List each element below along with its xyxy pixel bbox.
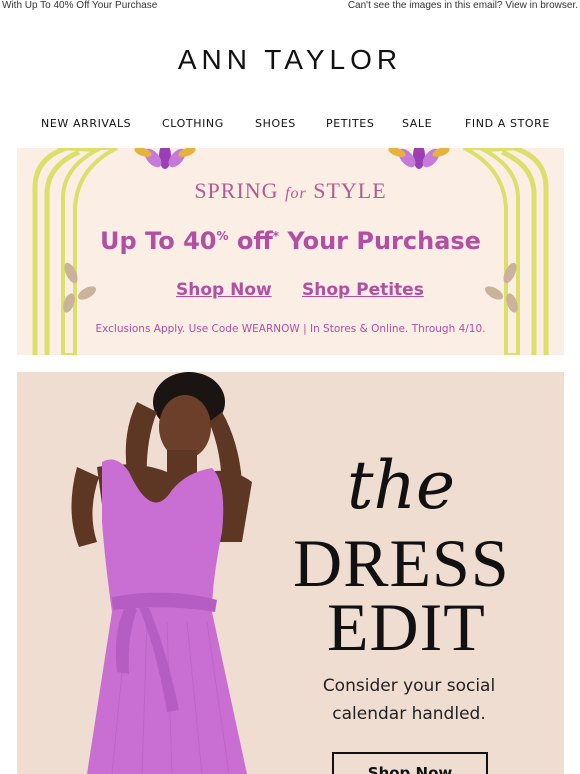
spring-for-style-title: SPRING for STYLE — [194, 178, 387, 203]
main-nav: NEW ARRIVALS CLOTHING SHOES PETITES SALE… — [0, 117, 580, 131]
flower-icon — [134, 148, 196, 169]
nav-sale[interactable]: SALE — [402, 117, 432, 130]
preheader-text: With Up To 40% Off Your Purchase — [2, 0, 158, 11]
hero-subtitle: Consider your social calendar handled. — [322, 676, 496, 724]
shop-petites-link[interactable]: Shop Petites — [302, 280, 424, 300]
nav-find-a-store[interactable]: FIND A STORE — [465, 117, 550, 130]
hero-title-edit: EDIT — [327, 589, 486, 665]
dress-edit-hero[interactable]: the DRESS EDIT Consider your social cale… — [17, 372, 564, 774]
view-in-browser-link[interactable]: Can't see the images in this email? View… — [348, 0, 578, 12]
nav-clothing[interactable]: CLOTHING — [162, 117, 224, 130]
preheader: With Up To 40% Off Your Purchase Can't s… — [0, 0, 580, 14]
flower-icon — [388, 148, 450, 169]
spring-promo-banner[interactable]: SPRING for STYLE Up To 40% off* Your Pur… — [17, 148, 564, 355]
leaf-icon — [484, 262, 518, 313]
promo-fine-print: Exclusions Apply. Use Code WEARNOW | In … — [95, 323, 486, 335]
hero-script-the: the — [347, 447, 456, 524]
shop-now-link[interactable]: Shop Now — [176, 280, 272, 300]
brand-logo[interactable]: ANN TAYLOR — [0, 44, 580, 76]
promo-headline: Up To 40% off* Your Purchase — [100, 227, 481, 255]
nav-shoes[interactable]: SHOES — [255, 117, 296, 130]
leaf-icon — [63, 262, 97, 313]
nav-petites[interactable]: PETITES — [326, 117, 374, 130]
nav-new-arrivals[interactable]: NEW ARRIVALS — [41, 117, 131, 130]
hero-shop-now-button[interactable]: Shop Now — [332, 752, 488, 774]
